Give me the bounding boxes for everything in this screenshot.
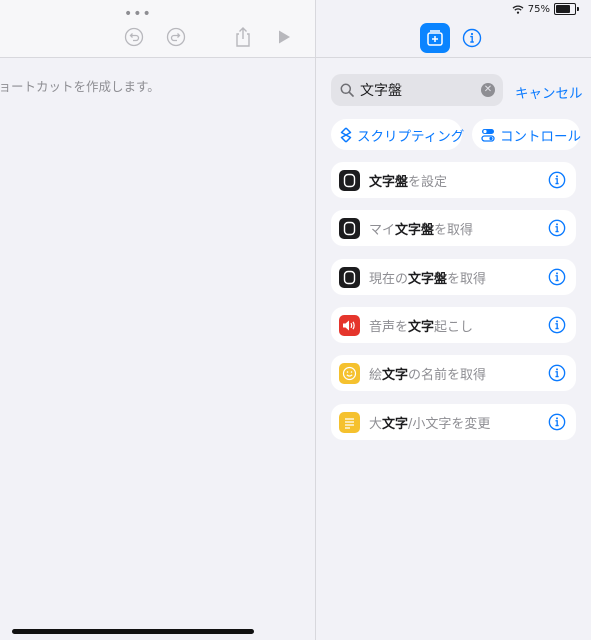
more-options-icon[interactable]: ••• <box>124 6 152 22</box>
add-action-icon <box>427 30 443 46</box>
info-icon[interactable] <box>548 268 566 286</box>
category-scripting[interactable]: スクリプティング <box>331 119 465 150</box>
category-label: コントロール <box>500 128 581 145</box>
watch-face-icon <box>339 217 360 239</box>
category-label: スクリプティング <box>357 128 465 145</box>
info-icon[interactable] <box>548 316 566 334</box>
info-icon[interactable] <box>548 413 566 431</box>
action-row[interactable]: 音声を文字起こし <box>331 307 576 343</box>
smiley-icon <box>339 362 360 384</box>
status-bar: 75% <box>512 3 579 15</box>
action-row[interactable]: マイ文字盤を取得 <box>331 210 576 246</box>
scripting-icon <box>340 126 352 143</box>
speaker-icon <box>339 314 360 336</box>
search-input[interactable]: 文字盤 <box>360 80 481 100</box>
details-tab[interactable] <box>460 26 484 50</box>
battery-percent: 75% <box>527 3 550 15</box>
undo-icon[interactable] <box>123 26 145 48</box>
control-icon <box>481 128 495 142</box>
action-row[interactable]: 文字盤を設定 <box>331 162 576 198</box>
clear-search-icon[interactable]: ✕ <box>481 83 495 97</box>
redo-icon[interactable] <box>165 26 187 48</box>
header-divider <box>316 57 591 58</box>
play-icon[interactable] <box>273 26 295 48</box>
info-icon[interactable] <box>548 171 566 189</box>
action-row[interactable]: 絵文字の名前を取得 <box>331 355 576 391</box>
home-indicator <box>12 629 254 634</box>
editor-pane: ••• ショートカットを作成します。 <box>0 0 315 640</box>
wifi-icon <box>512 4 524 14</box>
actions-pane: 75% 文字盤 ✕ キャンセル スクリプティング コントロール 文字盤を設定 マ… <box>316 0 591 640</box>
search-icon <box>340 83 354 97</box>
battery-icon <box>554 3 579 15</box>
text-lines-icon <box>339 411 360 433</box>
search-field[interactable]: 文字盤 ✕ <box>331 74 503 106</box>
watch-face-icon <box>339 169 360 191</box>
info-icon <box>462 28 482 48</box>
info-icon[interactable] <box>548 364 566 382</box>
cancel-button[interactable]: キャンセル <box>515 82 583 102</box>
share-icon[interactable] <box>232 26 254 48</box>
category-control[interactable]: コントロール <box>472 119 581 150</box>
action-row[interactable]: 現在の文字盤を取得 <box>331 259 576 295</box>
info-icon[interactable] <box>548 219 566 237</box>
editor-hint: ショートカットを作成します。 <box>0 79 160 94</box>
watch-face-icon <box>339 266 360 288</box>
action-row[interactable]: 大文字/小文字を変更 <box>331 404 576 440</box>
editor-toolbar: ••• <box>0 0 315 58</box>
action-library-tab[interactable] <box>420 23 450 53</box>
